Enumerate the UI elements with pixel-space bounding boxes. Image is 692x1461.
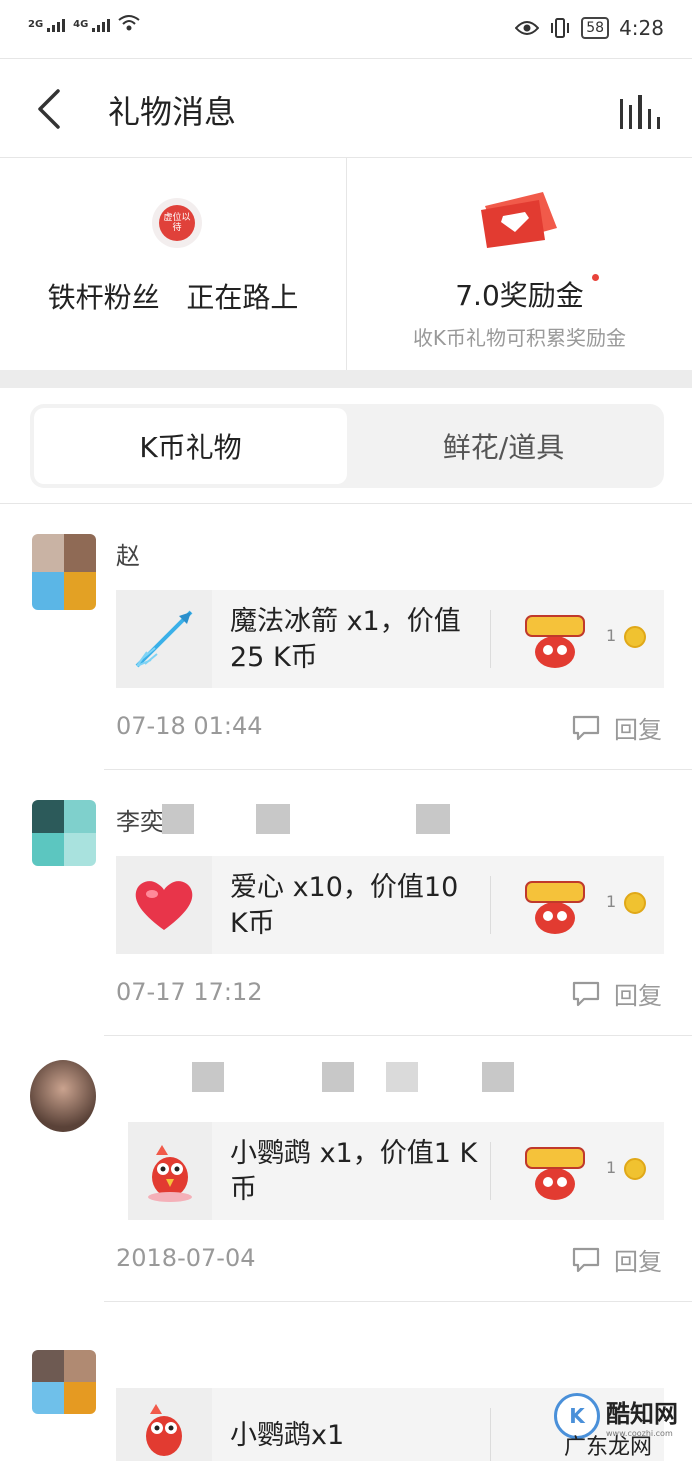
ticket-diamond-icon: [480, 192, 557, 248]
reply-button[interactable]: 回复: [572, 976, 662, 1011]
page-title: 礼物消息: [108, 93, 237, 131]
coin-count: 1: [606, 626, 617, 645]
list-item: 赵 魔法冰箭 x1，价值25 K币 1 07-18 01:44 回复: [0, 504, 692, 770]
avatar[interactable]: [32, 534, 96, 610]
blurred-name: [162, 804, 194, 834]
fan-status-text: 铁杆粉丝 正在路上: [47, 281, 299, 314]
gift-tabs: K币礼物 鲜花/道具: [30, 404, 664, 488]
tab-flowers-props[interactable]: 鲜花/道具: [347, 408, 660, 484]
coin-count: 1: [606, 1158, 617, 1177]
gift-description: 小鹦鹉 x1，价值1 K币: [230, 1138, 478, 1205]
user-name[interactable]: 赵: [116, 536, 140, 571]
eye-icon: [515, 21, 540, 35]
clock: 4:28: [619, 16, 664, 40]
blurred-name: [322, 1062, 354, 1092]
gift-description: 小鹦鹉x1: [230, 1420, 345, 1451]
nav-bar: 礼物消息: [0, 58, 692, 158]
signal-4g-icon: 4G: [73, 19, 111, 32]
ice-arrow-icon: [116, 590, 212, 688]
tab-kcoin-gifts[interactable]: K币礼物: [34, 408, 347, 484]
heart-icon: [116, 856, 212, 954]
divider: [490, 1142, 491, 1200]
reward-cell[interactable]: 7.0奖励金 收K币礼物可积累奖励金: [345, 158, 692, 370]
reward-value: 7.0奖励金: [455, 279, 584, 312]
gift-description: 魔法冰箭 x1，价值25 K币: [230, 606, 461, 673]
blurred-name: [482, 1062, 514, 1092]
divider: [490, 1408, 491, 1461]
section-divider: [0, 370, 692, 388]
avatar[interactable]: [32, 800, 96, 866]
comment-icon: [572, 1247, 600, 1272]
comment-icon: [572, 715, 600, 740]
gift-card[interactable]: 小鹦鹉 x1，价值1 K币 1: [128, 1122, 664, 1220]
blurred-name: [416, 804, 450, 834]
reward-subtitle: 收K币礼物可积累奖励金: [412, 326, 627, 350]
reply-button[interactable]: 回复: [572, 710, 662, 745]
list-item: 小鹦鹉 x1，价值1 K币 1 2018-07-04 回复: [0, 1036, 692, 1302]
list-item: 李奕 爱心 x10，价值10 K币 1 07-17 17:12 回复: [0, 770, 692, 1036]
gift-card[interactable]: 魔法冰箭 x1，价值25 K币 1: [116, 590, 664, 688]
wifi-icon: [118, 15, 140, 31]
coin-count: 1: [606, 892, 617, 911]
coin-icon: [624, 1158, 646, 1180]
comment-icon: [572, 981, 600, 1006]
battery-indicator: 58: [581, 17, 610, 39]
coin-icon: [624, 626, 646, 648]
divider: [490, 876, 491, 934]
blurred-name: [192, 1062, 224, 1092]
back-icon[interactable]: [30, 87, 70, 131]
summary-panel: 虚位以待 铁杆粉丝 正在路上 7.0奖励金 收K币礼物可积累奖励金: [0, 158, 692, 370]
fan-badge-icon: 虚位以待: [152, 198, 202, 248]
gift-description: 爱心 x10，价值10 K币: [230, 872, 459, 939]
watermark-text: 广东龙网: [563, 1435, 652, 1460]
parrot-icon: [128, 1122, 212, 1220]
fan-status-cell[interactable]: 虚位以待 铁杆粉丝 正在路上: [0, 158, 346, 370]
thanks-sticker-icon[interactable]: [522, 872, 588, 938]
gift-card[interactable]: 爱心 x10，价值10 K币 1: [116, 856, 664, 954]
thanks-sticker-icon[interactable]: [522, 606, 588, 672]
new-dot: [591, 274, 599, 281]
blurred-name: [256, 804, 290, 834]
user-name[interactable]: 李奕: [116, 802, 164, 837]
thanks-sticker-icon[interactable]: [522, 1138, 588, 1204]
status-bar: 2G 4G 58 4:28: [0, 0, 692, 58]
timestamp: 07-17 17:12: [116, 978, 263, 1006]
avatar[interactable]: [32, 1350, 96, 1414]
vibrate-icon: [551, 18, 570, 38]
signal-2g-icon: 2G: [28, 19, 66, 32]
reply-button[interactable]: 回复: [572, 1242, 662, 1277]
parrot-icon: [116, 1388, 212, 1461]
timestamp: 2018-07-04: [116, 1244, 256, 1272]
stats-chart-icon[interactable]: [620, 95, 661, 129]
blurred-name: [386, 1062, 418, 1092]
avatar[interactable]: [30, 1060, 96, 1132]
divider: [490, 610, 491, 668]
coin-icon: [624, 892, 646, 914]
timestamp: 07-18 01:44: [116, 712, 263, 740]
